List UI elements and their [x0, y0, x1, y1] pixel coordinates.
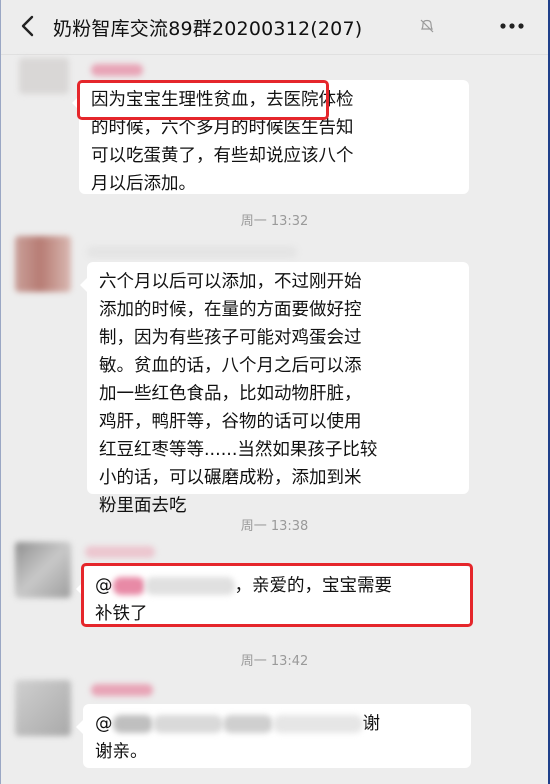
message-line: 谢亲。: [95, 742, 148, 762]
message-line: 制，因为有些孩子可能对鸡蛋会过: [99, 328, 362, 348]
timestamp: 周一 13:32: [240, 214, 309, 229]
message-line: 月以后添加。: [91, 174, 196, 194]
avatar[interactable]: [15, 542, 71, 598]
message-line: 小的话，可以碾磨成粉，添加到米: [99, 468, 362, 488]
more-dots-icon[interactable]: [498, 14, 526, 38]
message-line: 可以吃蛋黄了，有些却说应该八个: [91, 146, 354, 166]
avatar[interactable]: [15, 680, 71, 736]
avatar[interactable]: [15, 236, 71, 292]
message-line: @ 谢: [95, 714, 380, 734]
message-bubble[interactable]: @ 谢 谢亲。: [76, 704, 471, 768]
mention-blurred: [112, 715, 153, 733]
avatar[interactable]: [19, 58, 69, 94]
mention-blurred: [222, 715, 273, 733]
sender-name-blurred: [91, 684, 153, 696]
highlight-box: [77, 80, 329, 120]
highlight-box: [81, 563, 473, 627]
sender-name-blurred: [87, 246, 297, 258]
message-line: 红豆红枣等等......当然如果孩子比较: [99, 440, 378, 460]
message-line: 添加的时候，在量的方面要做好控: [99, 300, 362, 320]
message-line: 敏。贫血的话，八个月之后可以添: [99, 356, 362, 376]
message-line: 加一些红色食品，比如动物肝脏，: [99, 384, 362, 404]
message-line: 六个月以后可以添加，不过刚开始: [99, 272, 362, 292]
sender-name-blurred: [91, 64, 143, 76]
chevron-left-icon[interactable]: [15, 12, 43, 40]
timestamp: 周一 13:38: [240, 519, 309, 534]
mention-blurred: [272, 715, 363, 733]
sender-name-blurred: [85, 546, 155, 558]
bell-off-icon: [420, 19, 434, 33]
mention-blurred: [152, 715, 223, 733]
chat-title: 奶粉智库交流89群20200312(207): [53, 18, 363, 40]
timestamp: 周一 13:42: [240, 654, 309, 669]
message-bubble[interactable]: 六个月以后可以添加，不过刚开始 添加的时候，在量的方面要做好控 制，因为有些孩子…: [80, 262, 469, 516]
message-line: 鸡肝，鸭肝等，谷物的话可以使用: [99, 412, 362, 432]
chat-header: 奶粉智库交流89群20200312(207): [1, 0, 548, 55]
